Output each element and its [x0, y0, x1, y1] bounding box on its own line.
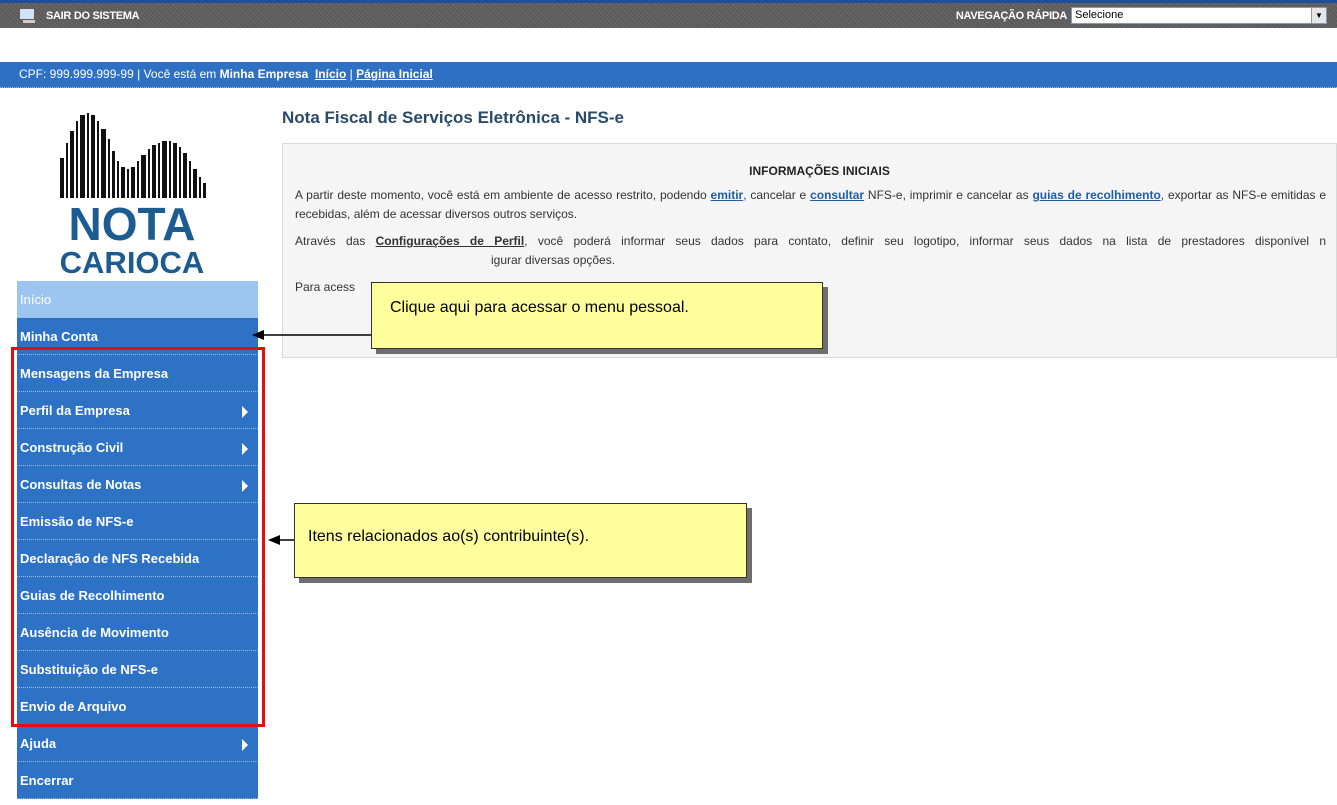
info-text: Para acess: [295, 280, 356, 294]
breadcrumb-separator: |: [346, 67, 357, 81]
barcode-logo-icon: NOTA CARIOCA: [60, 113, 206, 280]
location-prefix: Você está em: [143, 67, 220, 81]
submenu-arrow-icon: [242, 406, 248, 418]
cpf-text: CPF: 999.999.999-99: [19, 67, 134, 81]
info-heading: INFORMAÇÕES INICIAIS: [749, 164, 890, 178]
sidebar-item-consultas-de-notas[interactable]: Consultas de Notas: [17, 466, 258, 503]
quick-navigation-value: Selecione: [1075, 9, 1124, 21]
sidebar-item-label: Encerrar: [20, 773, 74, 788]
location-company: Minha Empresa: [219, 67, 309, 81]
sidebar-item-emissao-de-nfse[interactable]: Emissão de NFS-e: [17, 503, 258, 540]
link-guias-de-recolhimento[interactable]: guias de recolhimento: [1032, 188, 1160, 202]
quick-navigation: NAVEGAÇÃO RÁPIDA Selecione ▼: [956, 7, 1327, 24]
sidebar-item-encerrar[interactable]: Encerrar: [17, 762, 258, 799]
sidebar-item-inicio[interactable]: Início: [17, 281, 258, 318]
svg-text:NOTA: NOTA: [69, 198, 196, 250]
submenu-arrow-icon: [242, 480, 248, 492]
breadcrumb: CPF: 999.999.999-99 | Você está em Minha…: [0, 62, 1337, 88]
submenu-arrow-icon: [242, 443, 248, 455]
sidebar-item-label: Ajuda: [20, 736, 57, 751]
callout-text: Itens relacionados ao(s) contribuinte(s)…: [308, 528, 590, 545]
info-text: A partir deste momento, você está em amb…: [295, 188, 711, 202]
sidebar-item-label: Substituição de NFS-e: [20, 662, 158, 677]
sidebar-item-ajuda[interactable]: Ajuda: [17, 725, 258, 762]
sidebar-item-mensagens-da-empresa[interactable]: Mensagens da Empresa: [17, 355, 258, 392]
info-paragraph-2: Através das Configurações de Perfil, voc…: [295, 232, 1326, 270]
sidebar-item-declaracao-nfs-recebida[interactable]: Declaração de NFS Recebida: [17, 540, 258, 577]
quick-navigation-label: NAVEGAÇÃO RÁPIDA: [955, 9, 1067, 22]
callout-arrow: [252, 330, 371, 340]
page-title: Nota Fiscal de Serviços Eletrônica - NFS…: [282, 108, 625, 127]
sidebar-item-label: Guias de Recolhimento: [20, 588, 165, 603]
sidebar-item-label: Ausência de Movimento: [20, 625, 169, 640]
nota-carioca-logo: NOTA CARIOCA: [17, 103, 258, 281]
info-text: Através das: [295, 234, 376, 248]
info-text: igurar diversas opções.: [491, 253, 616, 267]
sidebar-item-label: Declaração de NFS Recebida: [20, 551, 200, 566]
submenu-arrow-icon: [242, 739, 248, 751]
link-emitir[interactable]: emitir: [711, 188, 744, 202]
info-text: NFS-e, imprimir e cancelar as: [864, 188, 1033, 202]
callout-contribuintes: Itens relacionados ao(s) contribuinte(s)…: [294, 503, 747, 578]
breadcrumb-link-pagina-inicial[interactable]: Página Inicial: [356, 67, 433, 81]
exit-system-label: SAIR DO SISTEMA: [46, 10, 140, 22]
breadcrumb-link-inicio[interactable]: Início: [315, 67, 346, 81]
info-text: , você poderá informar seus dados para c…: [524, 234, 1327, 248]
sidebar-item-label: Consultas de Notas: [20, 477, 142, 492]
sidebar-item-perfil-da-empresa[interactable]: Perfil da Empresa: [17, 392, 258, 429]
sidebar-item-label: Minha Conta: [20, 329, 98, 344]
top-bar: SAIR DO SISTEMA NAVEGAÇÃO RÁPIDA Selecio…: [0, 0, 1337, 28]
sidebar-item-label: Mensagens da Empresa: [20, 366, 169, 381]
sidebar-item-label: Emissão de NFS-e: [20, 514, 134, 529]
callout-text: Clique aqui para acessar o menu pessoal.: [390, 299, 689, 316]
info-paragraph-1: A partir deste momento, você está em amb…: [295, 186, 1326, 224]
sidebar-item-label: Início: [20, 292, 52, 307]
sidebar-item-label: Perfil da Empresa: [20, 403, 130, 418]
sidebar-item-minha-conta[interactable]: Minha Conta: [17, 318, 258, 355]
sidebar-item-guias-de-recolhimento[interactable]: Guias de Recolhimento: [17, 577, 258, 614]
sidebar-item-construcao-civil[interactable]: Construção Civil: [17, 429, 258, 466]
sidebar-item-ausencia-de-movimento[interactable]: Ausência de Movimento: [17, 614, 258, 651]
monitor-icon: [20, 9, 38, 23]
chevron-down-icon[interactable]: ▼: [1311, 8, 1326, 23]
sidebar: NOTA CARIOCA Início Minha Conta Mensagen…: [17, 103, 258, 799]
sidebar-item-envio-de-arquivo[interactable]: Envio de Arquivo: [17, 688, 258, 725]
exit-system-button[interactable]: SAIR DO SISTEMA: [20, 9, 140, 23]
svg-text:CARIOCA: CARIOCA: [60, 245, 205, 280]
sidebar-item-label: Construção Civil: [20, 440, 124, 455]
link-consultar[interactable]: consultar: [810, 188, 864, 202]
breadcrumb-separator: |: [133, 67, 144, 81]
sidebar-item-label: Envio de Arquivo: [20, 699, 127, 714]
sidebar-item-substituicao-de-nfse[interactable]: Substituição de NFS-e: [17, 651, 258, 688]
callout-menu-pessoal: Clique aqui para acessar o menu pessoal.: [371, 282, 823, 349]
quick-navigation-select[interactable]: Selecione ▼: [1071, 7, 1327, 24]
link-configuracoes-de-perfil[interactable]: Configurações de Perfil: [376, 234, 525, 248]
info-text: , cancelar e: [743, 188, 811, 202]
